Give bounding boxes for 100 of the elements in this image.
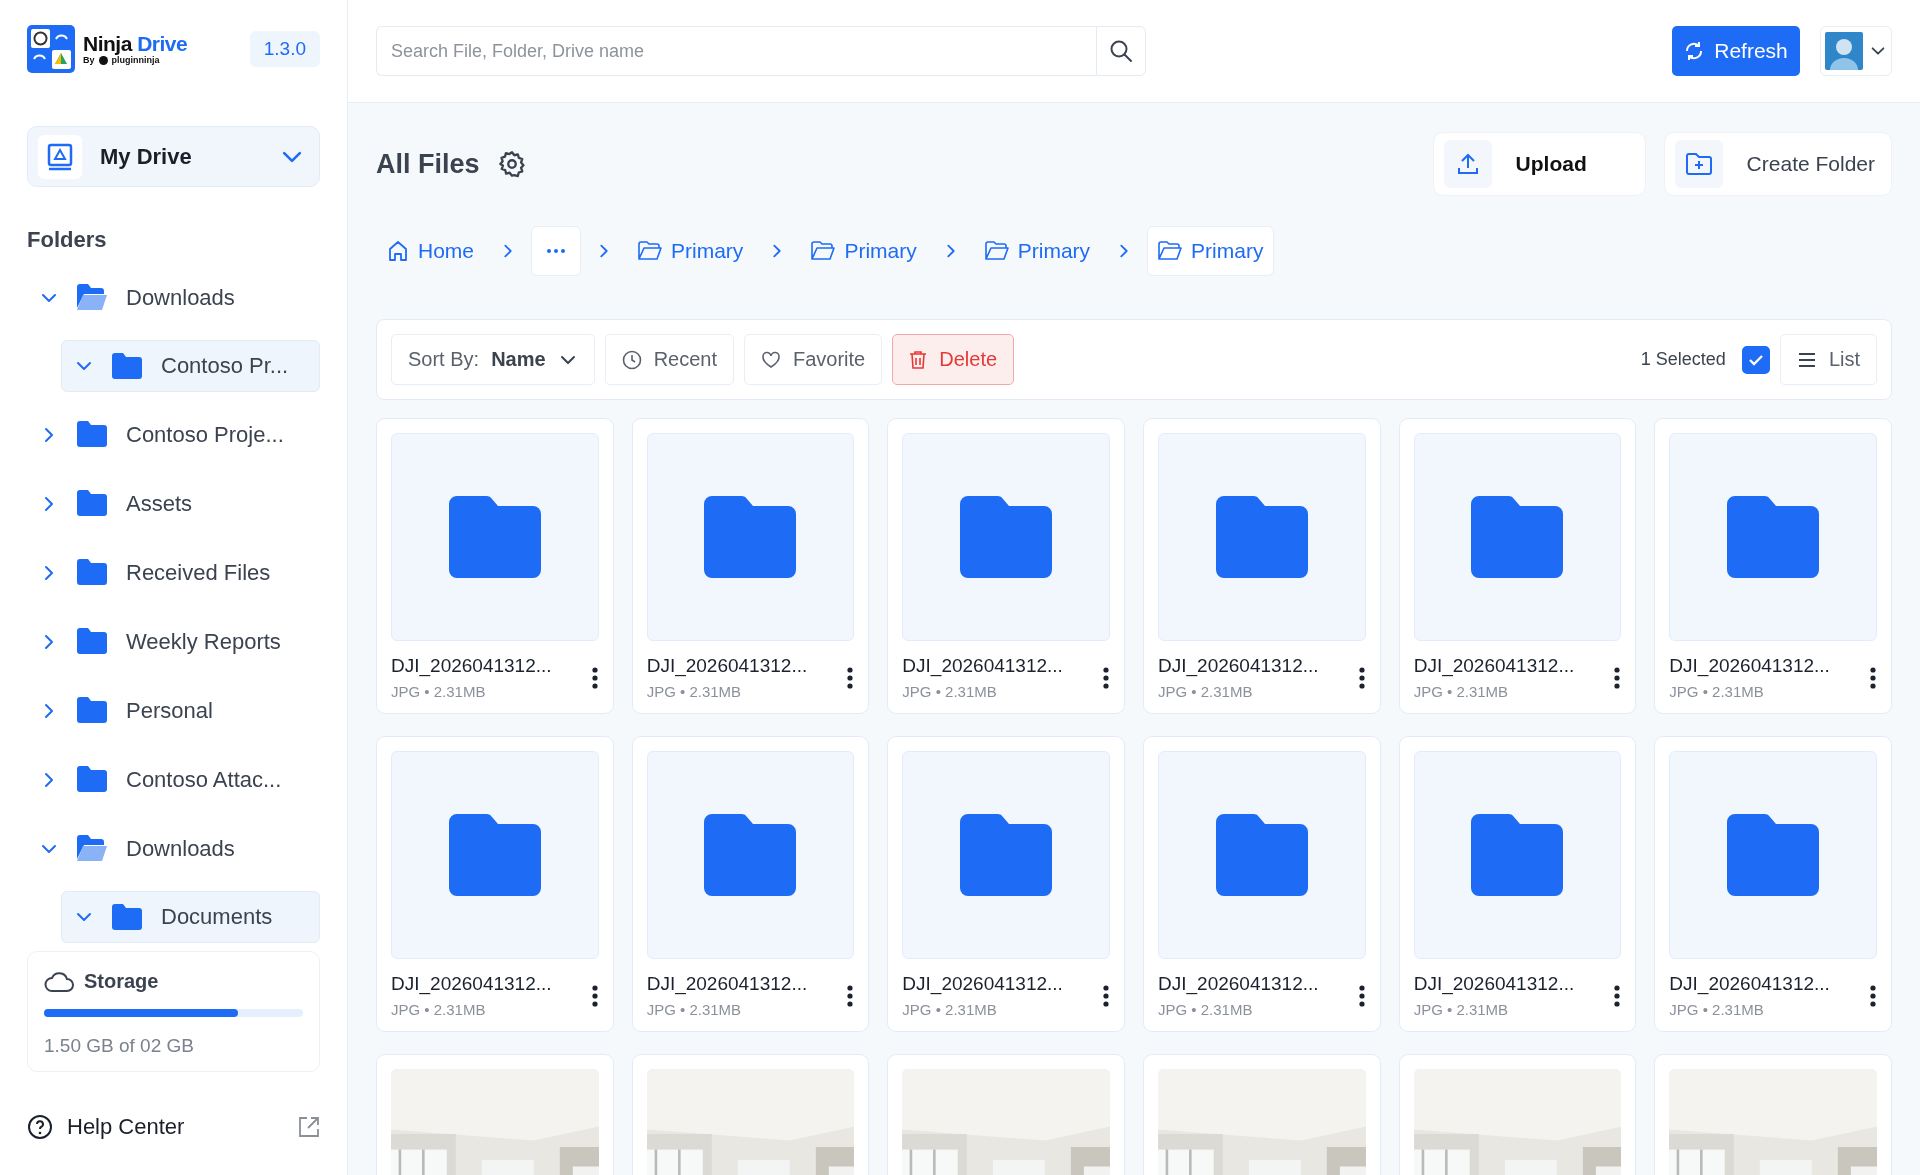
folder-icon bbox=[1471, 496, 1564, 578]
cloud-icon bbox=[44, 970, 74, 993]
folder-tree-item[interactable]: Contoso Pr... bbox=[61, 340, 320, 393]
avatar-icon bbox=[1825, 32, 1863, 70]
file-meta: JPG • 2.31MB bbox=[1669, 1001, 1765, 1018]
file-card[interactable]: DJI_2026041312... JPG • 2.31MB bbox=[887, 736, 1125, 1032]
upload-button[interactable]: Upload bbox=[1432, 132, 1646, 196]
breadcrumb-link[interactable]: Primary bbox=[627, 226, 755, 276]
maker-logo-icon bbox=[98, 56, 108, 66]
file-card[interactable]: DJI_2026041312... JPG • 2.31MB bbox=[1143, 418, 1381, 714]
folder-tree-item[interactable]: Personal bbox=[27, 676, 320, 746]
more-options-icon[interactable] bbox=[1102, 983, 1110, 1008]
breadcrumb-link[interactable]: Home bbox=[376, 226, 486, 276]
more-options-icon[interactable] bbox=[1869, 665, 1877, 690]
folder-icon bbox=[77, 490, 108, 518]
more-options-icon[interactable] bbox=[1613, 983, 1622, 1008]
external-link-icon[interactable] bbox=[298, 1115, 320, 1138]
refresh-icon bbox=[1684, 40, 1705, 62]
folder-icon bbox=[704, 814, 797, 896]
folder-icon bbox=[448, 814, 541, 896]
file-card[interactable]: DJI_2026041312... JPG • 2.31MB bbox=[1654, 418, 1892, 714]
search-button[interactable] bbox=[1096, 26, 1146, 76]
folder-icon bbox=[448, 496, 541, 578]
list-view-button[interactable]: List bbox=[1779, 334, 1877, 385]
file-meta: JPG • 2.31MB bbox=[902, 1001, 998, 1018]
folder-icon bbox=[811, 241, 836, 261]
more-options-icon[interactable] bbox=[1357, 665, 1366, 690]
folder-tree-item[interactable]: Received Files bbox=[27, 538, 320, 608]
folder-tree-item[interactable]: Assets bbox=[27, 469, 320, 539]
maker-name: pluginninja bbox=[111, 56, 160, 66]
file-name: DJI_2026041312... bbox=[1158, 973, 1320, 995]
file-name: DJI_2026041312... bbox=[646, 973, 809, 995]
create-folder-button[interactable]: Create Folder bbox=[1663, 132, 1892, 196]
trash-icon bbox=[909, 349, 928, 370]
file-card[interactable]: DJI_2026041312... JPG • 2.31MB bbox=[1654, 736, 1892, 1032]
file-name: DJI_2026041312... bbox=[1669, 973, 1831, 995]
more-options-icon[interactable] bbox=[590, 665, 599, 690]
storage-title: Storage bbox=[84, 970, 159, 994]
settings-icon[interactable] bbox=[497, 150, 526, 178]
file-meta: JPG • 2.31MB bbox=[391, 1001, 487, 1018]
file-meta: JPG • 2.31MB bbox=[902, 683, 998, 700]
more-options-icon[interactable] bbox=[1357, 983, 1366, 1008]
menu-icon bbox=[1796, 351, 1817, 368]
account-menu[interactable] bbox=[1820, 26, 1892, 76]
folder-icon bbox=[112, 352, 143, 380]
file-name: DJI_2026041312... bbox=[1413, 655, 1576, 677]
folder-icon bbox=[1158, 241, 1183, 261]
recent-button[interactable]: Recent bbox=[604, 334, 734, 385]
file-card[interactable]: DJI_2026041312... JPG • 2.31MB bbox=[1398, 736, 1637, 1032]
breadcrumb-link[interactable]: Primary bbox=[800, 226, 928, 276]
delete-button[interactable]: Delete bbox=[892, 334, 1015, 385]
folder-icon bbox=[77, 697, 108, 725]
folder-icon bbox=[960, 814, 1053, 896]
section-heading: Folders bbox=[27, 227, 108, 254]
sort-dropdown[interactable]: Sort By: Name bbox=[391, 334, 595, 385]
folder-icon bbox=[984, 241, 1009, 261]
breadcrumb-link[interactable]: Primary bbox=[973, 226, 1102, 276]
file-card[interactable]: DJI_2026041312... JPG • 2.31MB bbox=[376, 418, 614, 714]
file-card[interactable]: DJI_2026041312... JPG • 2.31MB bbox=[1398, 418, 1637, 714]
folder-tree-item[interactable]: Contoso Attac... bbox=[27, 745, 320, 815]
more-options-icon[interactable] bbox=[1102, 665, 1110, 690]
file-meta: JPG • 2.31MB bbox=[1158, 1001, 1254, 1018]
drive-icon bbox=[47, 142, 73, 171]
folder-tree-item[interactable]: Documents bbox=[61, 891, 320, 944]
more-options-icon[interactable] bbox=[846, 983, 855, 1008]
file-meta: JPG • 2.31MB bbox=[1158, 683, 1254, 700]
file-card[interactable]: DJI_2026041312... JPG • 2.31MB bbox=[376, 736, 614, 1032]
help-center-link[interactable]: Help Center bbox=[67, 1113, 284, 1140]
folder-icon bbox=[77, 421, 108, 449]
file-name: DJI_2026041312... bbox=[1413, 973, 1576, 995]
file-card[interactable]: DJI_2026041312... JPG • 2.31MB bbox=[887, 418, 1125, 714]
file-meta: JPG • 2.31MB bbox=[391, 683, 487, 700]
file-card[interactable]: DJI_2026041312... JPG • 2.31MB bbox=[631, 736, 870, 1032]
folder-tree-item[interactable]: Downloads bbox=[27, 814, 320, 884]
upload-icon bbox=[1455, 152, 1480, 176]
favorite-button[interactable]: Favorite bbox=[744, 334, 883, 385]
file-meta: JPG • 2.31MB bbox=[1413, 683, 1510, 700]
file-name: DJI_2026041312... bbox=[391, 973, 553, 995]
select-all-checkbox[interactable] bbox=[1741, 345, 1770, 374]
help-icon bbox=[27, 1113, 53, 1140]
search-field[interactable]: Search File, Folder, Drive name bbox=[376, 26, 1096, 76]
selection-count: 1 Selected bbox=[1640, 349, 1726, 370]
file-card[interactable]: DJI_2026041312... JPG • 2.31MB bbox=[631, 418, 870, 714]
more-options-icon[interactable] bbox=[846, 665, 855, 690]
more-options-icon[interactable] bbox=[1613, 665, 1622, 690]
folder-tree-item[interactable]: Downloads bbox=[27, 263, 320, 333]
home-icon bbox=[387, 240, 409, 262]
folder-tree-item[interactable]: Weekly Reports bbox=[27, 607, 320, 677]
file-name: DJI_2026041312... bbox=[1158, 655, 1320, 677]
more-options-icon[interactable] bbox=[1869, 983, 1877, 1008]
folder-icon bbox=[77, 766, 108, 794]
refresh-button[interactable]: Refresh bbox=[1672, 26, 1800, 76]
folder-tree-item[interactable]: Contoso Proje... bbox=[27, 400, 320, 470]
file-card[interactable]: DJI_2026041312... JPG • 2.31MB bbox=[1143, 736, 1381, 1032]
breadcrumb-link[interactable]: Primary bbox=[1147, 226, 1275, 276]
drive-selector[interactable]: My Drive bbox=[27, 125, 320, 188]
more-options-icon[interactable] bbox=[590, 983, 599, 1008]
heart-icon bbox=[761, 350, 781, 369]
open-folder-icon bbox=[77, 284, 108, 312]
folder-plus-icon bbox=[1684, 152, 1713, 176]
